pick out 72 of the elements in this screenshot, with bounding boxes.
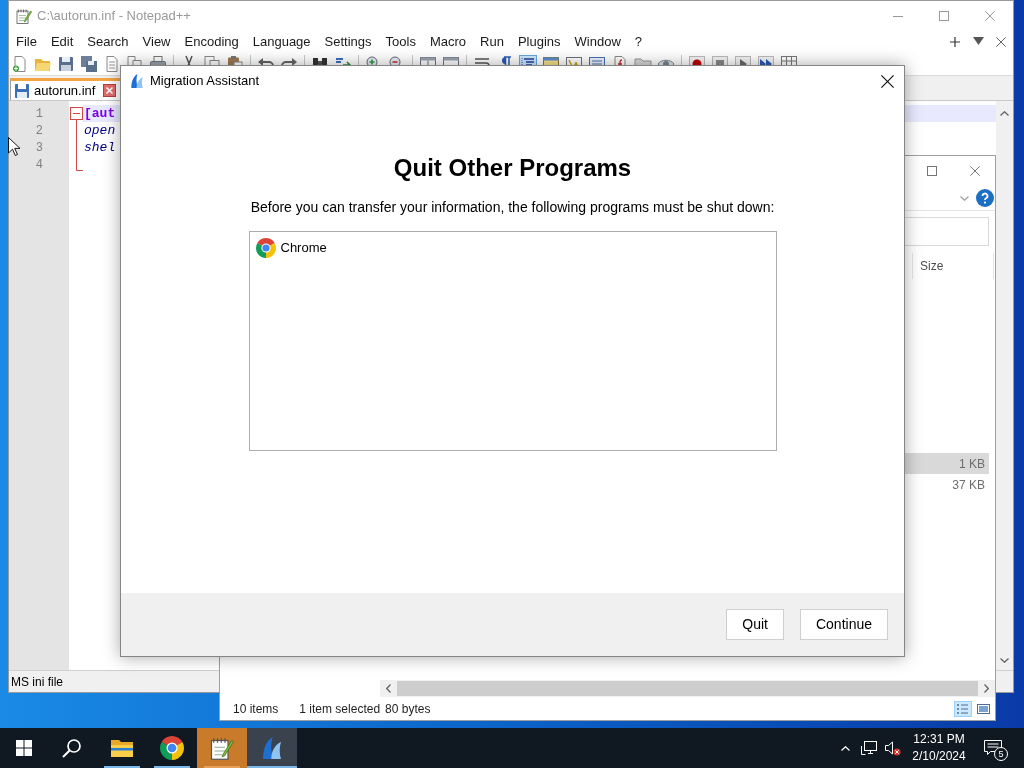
column-header[interactable]: Size	[912, 253, 994, 279]
vertical-scrollbar[interactable]	[996, 101, 1013, 670]
taskbar-button[interactable]	[197, 728, 247, 768]
maximize-icon[interactable]	[927, 166, 937, 176]
save-icon	[14, 82, 30, 99]
search-icon[interactable]	[62, 738, 82, 758]
dropdown-triangle-icon[interactable]	[972, 36, 984, 45]
menu-item[interactable]: View	[135, 33, 178, 50]
save-all-icon[interactable]	[80, 54, 98, 73]
code-text: [aut	[84, 104, 116, 123]
menu-item[interactable]: Edit	[43, 33, 81, 50]
status-text: MS ini file	[11, 673, 63, 691]
menu-item[interactable]: ?	[627, 33, 650, 50]
menu-item[interactable]: Settings	[317, 33, 379, 50]
menu-item[interactable]: Encoding	[177, 33, 246, 50]
close-icon[interactable]	[103, 84, 117, 97]
plus-icon[interactable]	[950, 36, 960, 47]
dialog-button[interactable]: Continue	[799, 609, 888, 640]
notification-icon[interactable]	[984, 740, 1002, 756]
code-text: open	[84, 121, 116, 140]
minimize-icon[interactable]	[893, 15, 903, 17]
notepad-icon	[16, 8, 32, 24]
menu-item[interactable]: Plugins	[510, 33, 568, 50]
notepad-icon[interactable]	[210, 736, 234, 760]
window-title: C:\autorun.inf - Notepad++	[37, 7, 191, 26]
help-icon[interactable]	[976, 189, 994, 207]
app-logo-icon	[130, 74, 144, 88]
taskbar-button[interactable]	[247, 728, 297, 768]
network-icon[interactable]	[861, 741, 877, 755]
status-text: 1 item selected	[299, 700, 381, 718]
notification-count: 5	[994, 747, 1008, 761]
dialog-message: Before you can transfer your information, the following programs must be shut down:	[250, 199, 775, 216]
line-number: 2	[35, 122, 43, 140]
maximize-icon[interactable]	[939, 11, 949, 21]
details-view-icon[interactable]	[954, 700, 972, 717]
app-logo-icon[interactable]	[261, 737, 283, 759]
horizontal-scrollbar[interactable]	[380, 680, 995, 697]
chevron-down-icon[interactable]	[960, 195, 969, 201]
search-field[interactable]	[905, 216, 989, 246]
status-text: 80 bytes	[385, 700, 431, 718]
menu-item[interactable]: Macro	[422, 33, 474, 50]
status-text: 10 items	[233, 700, 279, 718]
size-cell[interactable]: 37 KB	[905, 474, 989, 495]
dialog-heading: Quit Other Programs	[393, 153, 632, 183]
chrome-icon[interactable]	[160, 736, 184, 760]
close-icon[interactable]	[880, 74, 894, 88]
line-number: 1	[35, 105, 43, 123]
code-text: shel	[84, 138, 116, 157]
size-cell[interactable]: 1 KB	[905, 453, 989, 474]
line-number: 3	[35, 139, 43, 157]
speaker-muted-icon[interactable]	[885, 740, 901, 756]
program-name: Chrome	[280, 239, 327, 258]
chrome-icon	[255, 238, 276, 258]
fold-marker-icon	[69, 107, 83, 171]
menu-item[interactable]: Window	[567, 33, 628, 50]
clock-button[interactable]: 12:31 PM 2/10/2024	[905, 728, 973, 768]
dialog-button[interactable]: Quit	[726, 609, 784, 640]
chevron-down-icon[interactable]	[1000, 658, 1009, 663]
menu-item[interactable]: Run	[473, 33, 511, 50]
save-icon[interactable]	[57, 54, 75, 73]
dialog-title: Migration Assistant	[150, 72, 260, 91]
menu-item[interactable]: Tools	[378, 33, 423, 50]
folder-icon[interactable]	[110, 738, 134, 758]
menu-item[interactable]: Language	[245, 33, 318, 50]
menu-item[interactable]: Search	[80, 33, 136, 50]
chevron-left-icon[interactable]	[386, 684, 391, 693]
chevron-right-icon[interactable]	[984, 684, 989, 693]
new-file-icon[interactable]	[11, 54, 29, 73]
document-icon[interactable]	[103, 54, 121, 73]
menu-item[interactable]: File	[9, 33, 44, 50]
windows-logo-icon[interactable]	[16, 740, 32, 756]
line-number: 4	[35, 156, 43, 174]
